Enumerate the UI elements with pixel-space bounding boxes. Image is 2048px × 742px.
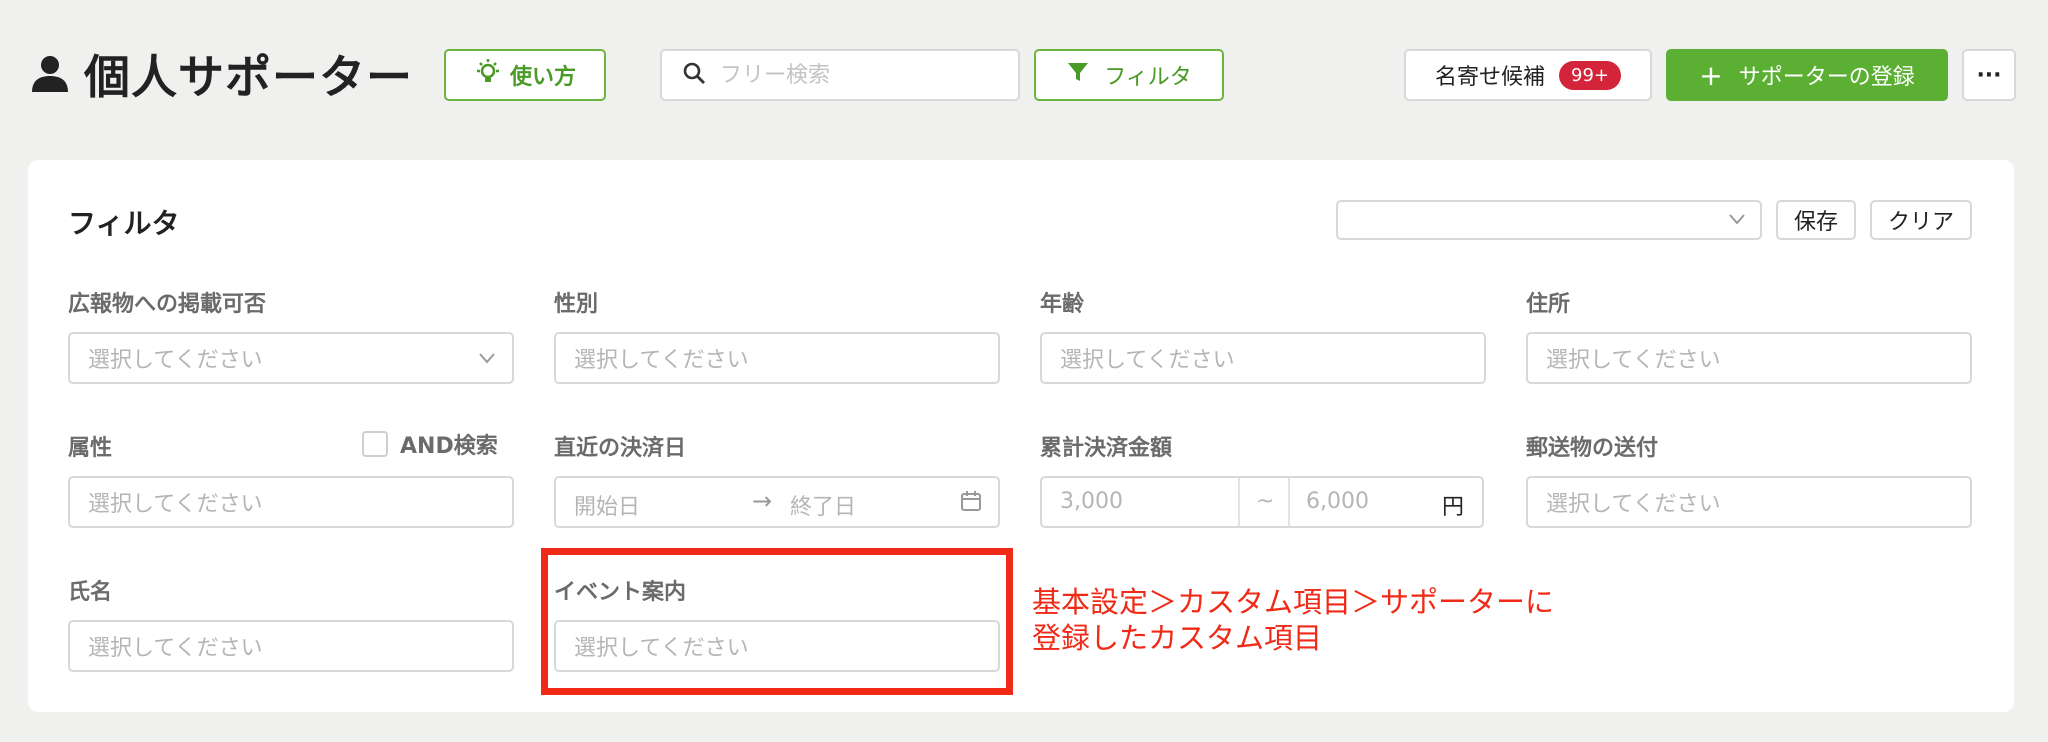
address-placeholder: 選択してください [1546, 348, 1721, 373]
clear-button[interactable]: クリア [1870, 200, 1972, 240]
gender-placeholder: 選択してください [574, 348, 749, 373]
plus-icon: + [1699, 58, 1723, 92]
gender-label: 性別 [554, 292, 599, 317]
attribute-placeholder: 選択してください [88, 492, 263, 517]
annotation-line-2: 登録したカスタム項目 [1032, 621, 1323, 655]
mail-send-select[interactable]: 選択してください [1526, 476, 1972, 528]
and-search-toggle[interactable]: AND検索 [362, 428, 498, 460]
attribute-select[interactable]: 選択してください [68, 476, 514, 528]
filter-label: フィルタ [1104, 65, 1192, 90]
pr-publish-placeholder: 選択してください [88, 348, 263, 373]
address-label: 住所 [1526, 292, 1571, 317]
annotation-line-1: 基本設定＞カスタム項目＞サポーターに [1032, 585, 1555, 619]
total-amount-range[interactable]: 3,000 ~ 6,000 円 [1040, 476, 1484, 528]
last-payment-range[interactable]: 開始日 → 終了日 [554, 476, 1000, 528]
dedupe-count-badge: 99+ [1559, 60, 1621, 90]
start-date-placeholder[interactable]: 開始日 [574, 489, 640, 521]
search-input[interactable] [718, 61, 1012, 89]
mail-send-placeholder: 選択してください [1546, 492, 1721, 517]
end-date-placeholder[interactable]: 終了日 [790, 489, 856, 521]
lightbulb-icon [474, 58, 502, 92]
and-search-label: AND検索 [400, 434, 498, 459]
person-icon [30, 54, 70, 94]
filter-button[interactable]: フィルタ [1034, 49, 1224, 101]
annotation-highlight-box [541, 548, 1013, 695]
name-label: 氏名 [68, 580, 113, 605]
funnel-icon [1066, 60, 1090, 90]
pr-publish-select[interactable]: 選択してください [68, 332, 514, 384]
search-icon [682, 61, 706, 89]
amount-divider [1288, 478, 1290, 526]
search-box[interactable] [660, 49, 1020, 101]
mail-send-label: 郵送物の送付 [1526, 436, 1659, 461]
page-title: 個人サポーター [30, 42, 413, 106]
last-payment-label: 直近の決済日 [554, 436, 687, 461]
age-select[interactable]: 選択してください [1040, 332, 1486, 384]
filter-panel-title: フィルタ [68, 207, 180, 240]
howto-label: 使い方 [509, 65, 576, 90]
chevron-down-icon [476, 347, 498, 375]
register-supporter-button[interactable]: + サポーターの登録 [1666, 49, 1948, 101]
amount-min-input[interactable]: 3,000 [1060, 489, 1123, 514]
total-amount-label: 累計決済金額 [1040, 436, 1173, 461]
age-label: 年齢 [1040, 292, 1085, 317]
filter-preset-select[interactable] [1336, 200, 1762, 240]
amount-divider [1238, 478, 1240, 526]
howto-button[interactable]: 使い方 [444, 49, 606, 101]
name-placeholder: 選択してください [88, 636, 263, 661]
and-search-checkbox[interactable] [362, 431, 388, 457]
chevron-down-icon [1726, 208, 1748, 234]
dedupe-candidates-button[interactable]: 名寄せ候補 99+ [1404, 49, 1652, 101]
register-label: サポーターの登録 [1738, 65, 1915, 90]
more-button[interactable]: ··· [1962, 49, 2016, 101]
page-title-text: 個人サポーター [84, 50, 413, 104]
attribute-label: 属性 [68, 436, 113, 461]
age-placeholder: 選択してください [1060, 348, 1235, 373]
pr-publish-label: 広報物への掲載可否 [68, 292, 267, 317]
save-button[interactable]: 保存 [1776, 200, 1856, 240]
calendar-icon[interactable] [960, 490, 982, 518]
name-select[interactable]: 選択してください [68, 620, 514, 672]
amount-separator: ~ [1256, 489, 1275, 514]
more-icon: ··· [1976, 62, 2002, 88]
annotation-text: 基本設定＞カスタム項目＞サポーターに 登録したカスタム項目 [1032, 584, 1554, 656]
address-select[interactable]: 選択してください [1526, 332, 1972, 384]
arrow-right-icon: → [752, 487, 773, 515]
amount-unit: 円 [1442, 495, 1465, 520]
dedupe-label: 名寄せ候補 [1434, 65, 1545, 90]
gender-select[interactable]: 選択してください [554, 332, 1000, 384]
amount-max-input[interactable]: 6,000 [1306, 489, 1369, 514]
